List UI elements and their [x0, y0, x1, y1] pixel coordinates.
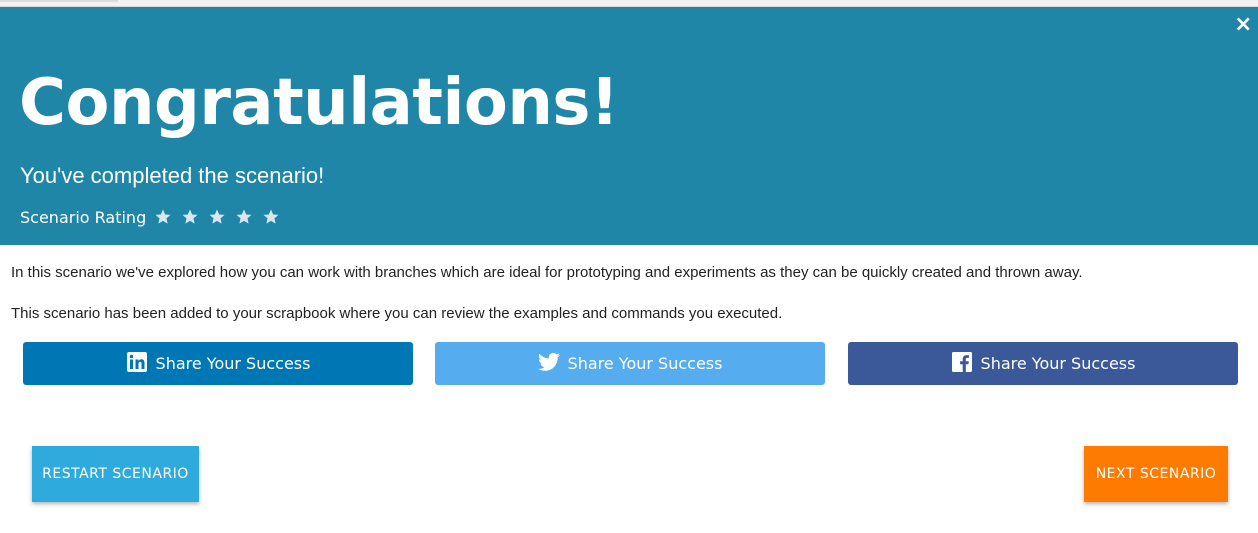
rating-stars: [154, 208, 289, 226]
browser-top-strip: [0, 0, 1258, 7]
facebook-share-button[interactable]: Share Your Success: [848, 342, 1238, 385]
twitter-share-button[interactable]: Share Your Success: [435, 342, 825, 385]
restart-scenario-button[interactable]: RESTART SCENARIO: [32, 446, 199, 502]
linkedin-icon: [126, 351, 148, 373]
facebook-share-label: Share Your Success: [980, 354, 1136, 373]
completion-subtitle: You've completed the scenario!: [20, 163, 325, 188]
linkedin-share-button[interactable]: Share Your Success: [23, 342, 413, 385]
star-icon[interactable]: [181, 208, 199, 226]
modal-header: × Congratulations! You've completed the …: [0, 7, 1258, 245]
scenario-rating: Scenario Rating: [20, 205, 289, 229]
next-scenario-button[interactable]: NEXT SCENARIO: [1084, 446, 1228, 502]
facebook-icon: [951, 351, 973, 373]
twitter-share-label: Share Your Success: [567, 354, 723, 373]
summary-paragraph: In this scenario we've explored how you …: [11, 264, 1083, 281]
star-icon[interactable]: [154, 208, 172, 226]
star-icon[interactable]: [262, 208, 280, 226]
star-icon[interactable]: [208, 208, 226, 226]
close-button[interactable]: ×: [1234, 14, 1252, 36]
rating-label: Scenario Rating: [20, 207, 147, 227]
linkedin-share-label: Share Your Success: [155, 354, 311, 373]
tab-indicator: [0, 0, 118, 2]
twitter-icon: [537, 351, 560, 373]
completion-modal: × Congratulations! You've completed the …: [0, 7, 1258, 533]
scrapbook-paragraph: This scenario has been added to your scr…: [11, 305, 783, 322]
page-title: Congratulations!: [19, 66, 619, 140]
star-icon[interactable]: [235, 208, 253, 226]
